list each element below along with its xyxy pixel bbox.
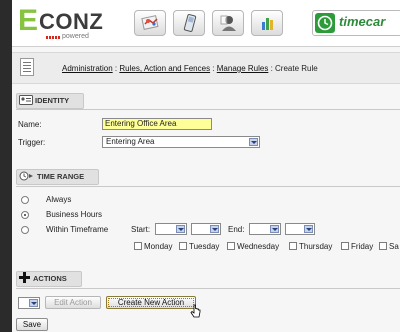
breadcrumb-administration[interactable]: Administration bbox=[62, 64, 113, 73]
create-new-action-button[interactable]: Create New Action bbox=[106, 296, 196, 309]
timecard-tab[interactable]: timecar bbox=[312, 10, 400, 36]
document-icon bbox=[20, 58, 34, 76]
breadcrumb-rules-action-fences[interactable]: Rules, Action and Fences bbox=[119, 64, 210, 73]
breadcrumb-current: Create Rule bbox=[275, 64, 318, 73]
day-tuesday-label: Tuesday bbox=[189, 242, 220, 251]
nav-phone-button[interactable] bbox=[173, 10, 205, 36]
window-frame-left bbox=[0, 0, 12, 332]
nav-reports-button[interactable] bbox=[251, 10, 283, 36]
time-range-section-header: TIME RANGE bbox=[16, 169, 100, 185]
actions-section-header: ACTIONS bbox=[16, 271, 82, 287]
clock-icon bbox=[315, 13, 335, 33]
checkbox-monday[interactable] bbox=[134, 242, 142, 250]
page: E CONZ powered timecar Administration: … bbox=[12, 0, 400, 332]
chevron-down-icon bbox=[29, 299, 38, 307]
chevron-down-icon bbox=[210, 225, 219, 233]
logo-conz: CONZ bbox=[39, 9, 104, 34]
save-button[interactable]: Save bbox=[16, 318, 48, 331]
identity-section-header: IDENTITY bbox=[16, 93, 85, 109]
econz-logo: E CONZ powered bbox=[18, 6, 130, 42]
chevron-down-icon bbox=[176, 225, 185, 233]
checkbox-friday[interactable] bbox=[341, 242, 349, 250]
breadcrumb-manage-rules[interactable]: Manage Rules bbox=[217, 64, 269, 73]
breadcrumb: Administration : Rules, Action and Fence… bbox=[62, 64, 318, 73]
chart-icon bbox=[262, 18, 273, 30]
checkbox-tuesday[interactable] bbox=[179, 242, 187, 250]
day-thursday-label: Thursday bbox=[299, 242, 333, 251]
edit-action-button[interactable]: Edit Action bbox=[45, 296, 101, 309]
chevron-down-icon bbox=[270, 225, 279, 233]
trigger-select-value: Entering Area bbox=[106, 137, 155, 146]
logo-dots bbox=[46, 36, 60, 39]
logo-powered: powered bbox=[62, 33, 89, 40]
checkbox-thursday[interactable] bbox=[289, 242, 297, 250]
checkbox-wednesday[interactable] bbox=[227, 242, 235, 250]
radio-always[interactable] bbox=[21, 196, 29, 204]
name-label: Name: bbox=[18, 120, 42, 129]
start-minute-select[interactable] bbox=[191, 223, 221, 235]
day-saturday-label: Sa bbox=[389, 242, 399, 251]
breadcrumb-bar: Administration : Rules, Action and Fence… bbox=[12, 52, 400, 84]
app-header: E CONZ powered timecar bbox=[12, 0, 400, 47]
trigger-label: Trigger: bbox=[18, 138, 46, 147]
name-field[interactable]: Entering Office Area bbox=[102, 118, 212, 130]
time-range-divider bbox=[16, 186, 400, 187]
option-always-label: Always bbox=[46, 195, 72, 204]
breadcrumb-separator: : bbox=[210, 64, 217, 73]
end-label: End: bbox=[228, 225, 245, 234]
chevron-down-icon bbox=[249, 138, 258, 146]
nav-map-button[interactable] bbox=[134, 10, 166, 36]
time-range-icon bbox=[19, 171, 33, 181]
chevron-down-icon bbox=[304, 225, 313, 233]
day-monday-label: Monday bbox=[144, 242, 173, 251]
day-wednesday-label: Wednesday bbox=[237, 242, 280, 251]
user-icon bbox=[220, 15, 236, 31]
identity-divider bbox=[16, 109, 400, 110]
action-select[interactable] bbox=[18, 297, 40, 309]
start-hour-select[interactable] bbox=[155, 223, 187, 235]
trigger-select[interactable]: Entering Area bbox=[102, 136, 260, 148]
radio-within-timeframe[interactable] bbox=[21, 226, 29, 234]
time-range-section-title: TIME RANGE bbox=[37, 172, 85, 181]
radio-business-hours[interactable] bbox=[21, 211, 29, 219]
start-label: Start: bbox=[131, 225, 151, 234]
option-business-hours-label: Business Hours bbox=[46, 210, 103, 219]
nav-user-button[interactable] bbox=[212, 10, 244, 36]
plus-icon bbox=[19, 272, 30, 283]
identity-section-title: IDENTITY bbox=[35, 96, 70, 105]
actions-divider bbox=[16, 288, 400, 289]
phone-icon bbox=[183, 14, 197, 32]
end-minute-select[interactable] bbox=[285, 223, 315, 235]
hand-cursor-icon bbox=[190, 304, 201, 318]
actions-section-title: ACTIONS bbox=[33, 274, 67, 283]
timecard-label: timecar bbox=[339, 14, 386, 29]
breadcrumb-separator: : bbox=[268, 64, 276, 73]
day-friday-label: Friday bbox=[351, 242, 374, 251]
option-within-timeframe-label: Within Timeframe bbox=[46, 225, 109, 234]
checkbox-saturday[interactable] bbox=[379, 242, 387, 250]
end-hour-select[interactable] bbox=[249, 223, 281, 235]
logo-e: E bbox=[18, 4, 39, 37]
id-card-icon bbox=[19, 95, 33, 105]
map-icon bbox=[141, 15, 159, 30]
